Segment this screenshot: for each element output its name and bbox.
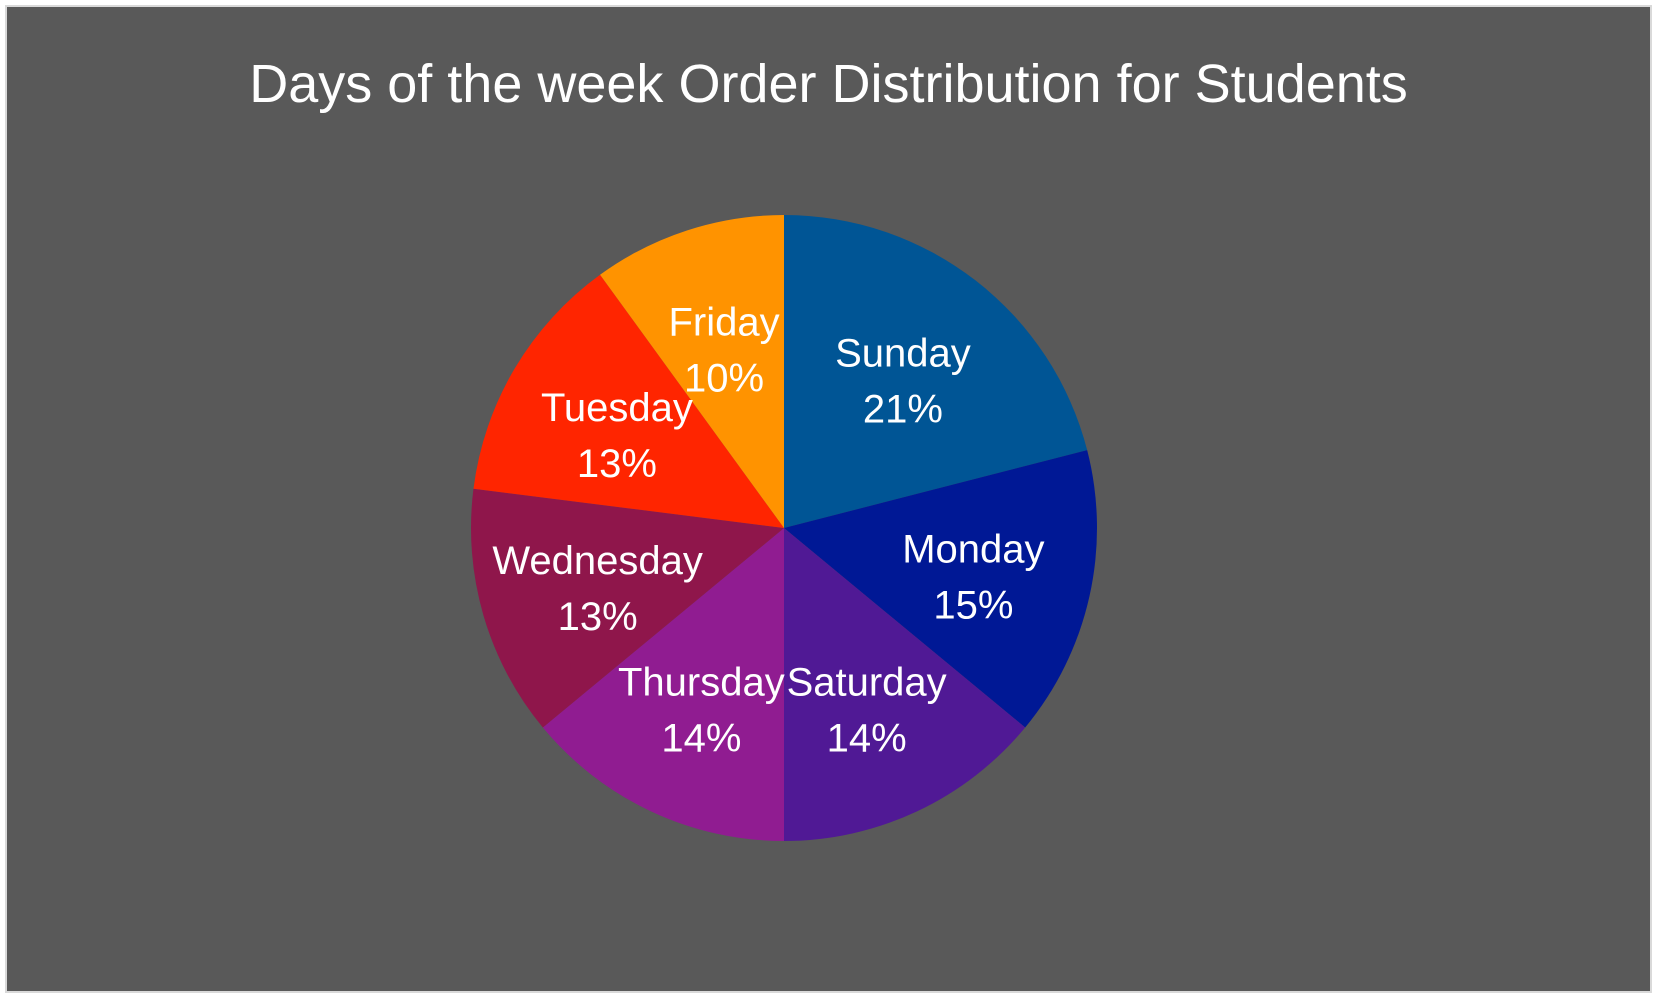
slice-value-monday: 15% (933, 583, 1013, 627)
slice-value-saturday: 14% (827, 717, 907, 761)
slice-label-wednesday: Wednesday (492, 539, 703, 583)
slice-label-thursday: Thursday (618, 661, 785, 705)
slice-label-monday: Monday (902, 527, 1044, 571)
pie-chart: Sunday 21% Monday 15% Saturday 14% Thursday 14%… (470, 215, 1098, 842)
slice-value-friday: 10% (684, 356, 764, 400)
slice-value-sunday: 21% (863, 388, 943, 432)
slice-value-wednesday: 13% (558, 595, 638, 639)
slice-label-sunday: Sunday (835, 332, 971, 376)
slice-label-tuesday: Tuesday (541, 386, 693, 430)
chart-area: Days of the week Order Distribution for … (5, 5, 1652, 993)
slice-label-friday: Friday (668, 300, 779, 344)
slice-label-saturday: Saturday (787, 661, 947, 705)
slice-value-tuesday: 13% (577, 442, 657, 486)
slice-value-thursday: 14% (661, 717, 741, 761)
